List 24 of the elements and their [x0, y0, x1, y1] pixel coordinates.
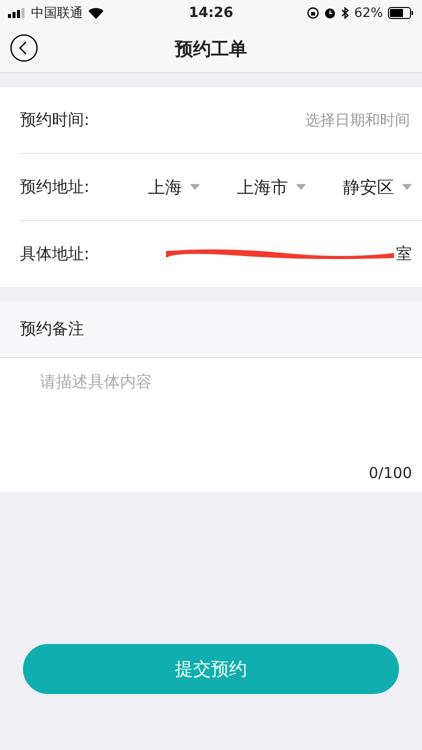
section-label: 预约备注 — [20, 318, 85, 340]
address-value: 室 — [396, 244, 412, 264]
back-button[interactable] — [10, 34, 38, 62]
field-label: 预约时间: — [20, 110, 90, 130]
caret-icon — [190, 184, 200, 190]
region-dropdown[interactable]: 上海 — [148, 176, 200, 198]
clock-time: 14:26 — [188, 5, 234, 21]
carrier-name: 中国联通 — [31, 5, 83, 22]
battery-percent: 62% — [354, 6, 383, 20]
alarm-icon — [324, 7, 336, 19]
field-label: 预约地址: — [20, 176, 90, 198]
caret-icon — [402, 184, 412, 190]
battery-icon — [388, 7, 414, 19]
time-picker-field[interactable]: 选择日期和时间 — [130, 110, 412, 130]
rotation-lock-icon — [307, 7, 320, 19]
character-counter: 0/100 — [368, 464, 412, 482]
bluetooth-icon — [341, 7, 350, 19]
field-label: 具体地址: — [20, 244, 90, 264]
signal-icon — [8, 8, 26, 18]
region-dropdown[interactable]: 静安区 — [343, 176, 412, 198]
region-dropdown[interactable]: 上海市 — [237, 176, 306, 198]
wifi-icon — [88, 7, 104, 19]
caret-icon — [296, 184, 306, 190]
page-title: 预约工单 — [175, 38, 247, 61]
